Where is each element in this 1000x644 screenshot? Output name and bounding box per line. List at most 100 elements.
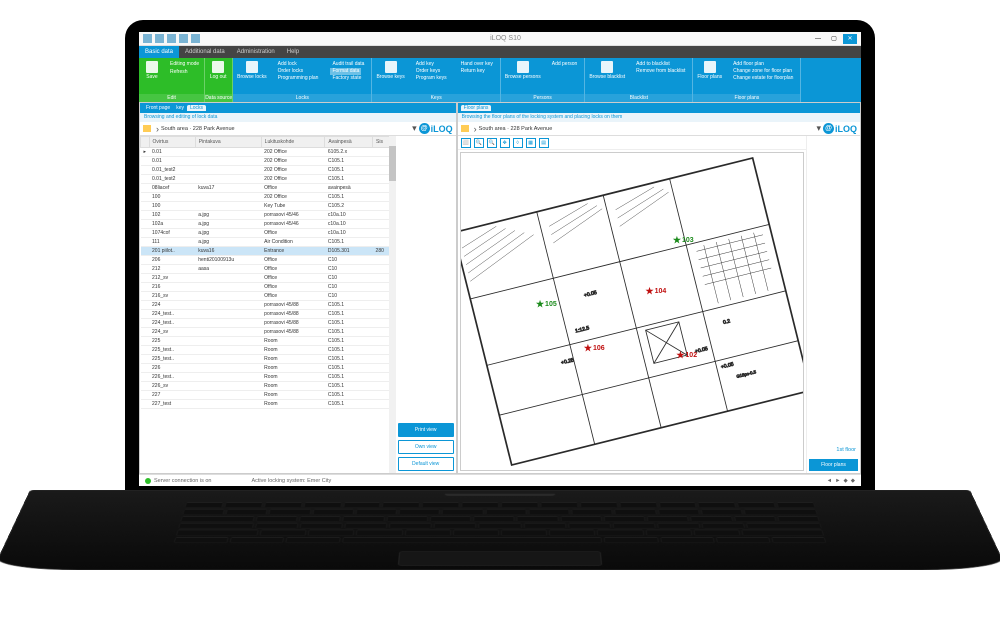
table-row[interactable]: 08liacefkuva17Officeavainpesä — [141, 184, 396, 193]
qa-icon[interactable] — [143, 34, 152, 43]
table-row[interactable]: ▸0.01202 Office6105.2.x — [141, 148, 396, 157]
qa-icon[interactable] — [191, 34, 200, 43]
table-row[interactable]: 224_svporrasovi 45/88C105.1 — [141, 328, 396, 337]
table-row[interactable]: 225_test..RoomC105.1 — [141, 346, 396, 355]
table-row[interactable]: 224_test..porrasovi 45/88C105.1 — [141, 319, 396, 328]
tool-icon[interactable]: ◊ — [513, 138, 523, 148]
crumb-item-active[interactable]: Floor plans — [461, 105, 492, 111]
floorplan-panel: Floor plans Browsing the floor plans of … — [457, 102, 861, 474]
table-row[interactable]: 226_test..RoomC105.1 — [141, 373, 396, 382]
floorplan-viewport[interactable]: +0.05 1:12.5 +0.25 +0.05 0.2 +0.05 G18pc… — [460, 152, 804, 471]
dropdown-icon[interactable]: ▾ — [816, 123, 821, 134]
table-row[interactable]: 224_test..porrasovi 45/88C105.1 — [141, 310, 396, 319]
locks-table[interactable]: OvirtusPintakuvaLukituskohdeAvainpesäSis… — [140, 136, 396, 409]
table-row[interactable]: 206henti20100913uOfficeC10 — [141, 256, 396, 265]
table-row[interactable]: 226RoomC105.1 — [141, 364, 396, 373]
browse-locks-button[interactable]: Browse locks — [233, 58, 270, 94]
maximize-button[interactable]: ▢ — [827, 34, 841, 44]
table-row[interactable]: 201 piilot..kuva16EntranceD105.301280 — [141, 247, 396, 256]
table-row[interactable]: 100202 OfficeC105.1 — [141, 193, 396, 202]
table-row[interactable]: 111a.jpgAir ConditionC105.1 — [141, 238, 396, 247]
chevron-right-icon[interactable]: › — [474, 124, 477, 134]
close-button[interactable]: ✕ — [843, 34, 857, 44]
table-row[interactable]: 102aa.jpgporrasovi 45/46c10a.10 — [141, 220, 396, 229]
table-row[interactable]: 227RoomC105.1 — [141, 391, 396, 400]
path-text[interactable]: South area · 228 Park Avenue — [161, 126, 410, 132]
edit-refresh-button[interactable]: Editing modeRefresh — [165, 58, 204, 94]
logout-button[interactable]: Log out — [205, 58, 231, 94]
path-text[interactable]: South area · 228 Park Avenue — [479, 126, 815, 132]
lock-marker[interactable]: ★103 — [673, 235, 694, 246]
floor-level-link[interactable]: 1st floor — [809, 445, 858, 455]
locks-actions-2[interactable]: Audit trail data Format data Factory sta… — [325, 58, 371, 94]
blacklist-actions[interactable]: Add to blacklist Remove from blacklist — [629, 58, 692, 94]
table-row[interactable]: 0.01_test2202 OfficeC105.1 — [141, 175, 396, 184]
table-row[interactable]: 227_testRoomC105.1 — [141, 400, 396, 409]
crumb-item-active[interactable]: Locks — [187, 105, 206, 111]
chevron-right-icon[interactable]: › — [156, 124, 159, 134]
minimize-button[interactable]: — — [811, 34, 825, 44]
table-row[interactable]: 216OfficeC10 — [141, 283, 396, 292]
group-label: Persons — [501, 94, 584, 102]
folder-icon — [143, 125, 151, 132]
locks-actions[interactable]: Add lock Order locks Programming plan — [271, 58, 326, 94]
zoom-fit-icon[interactable]: ⬜ — [461, 138, 471, 148]
keys-hand[interactable]: Hand over key Return key — [454, 58, 500, 94]
qa-icon[interactable] — [179, 34, 188, 43]
pan-icon[interactable]: ✥ — [500, 138, 510, 148]
tab-additional[interactable]: Additional data — [179, 46, 231, 58]
table-row[interactable]: 216_svOfficeC10 — [141, 292, 396, 301]
table-row[interactable]: 224porrasovi 45/88C105.1 — [141, 301, 396, 310]
table-row[interactable]: 0.01_test2202 OfficeC105.1 — [141, 166, 396, 175]
lock-marker[interactable]: ★104 — [646, 286, 667, 297]
dropdown-icon[interactable]: ▾ — [412, 123, 417, 134]
status-icon: ► — [835, 478, 840, 484]
keys-actions[interactable]: Add key Order keys Program keys — [409, 58, 454, 94]
crumb-item[interactable]: Front page — [143, 105, 173, 111]
table-row[interactable]: 225_test..RoomC105.1 — [141, 355, 396, 364]
zoom-in-icon[interactable]: 🔍 — [474, 138, 484, 148]
browse-persons-button[interactable]: Browse persons — [501, 58, 545, 94]
scrollbar-thumb[interactable] — [389, 146, 396, 181]
table-row[interactable]: 225RoomC105.1 — [141, 337, 396, 346]
lock-marker[interactable]: ★105 — [536, 299, 557, 310]
status-bar: Server connection is on Active locking s… — [139, 474, 861, 486]
own-view-button[interactable]: Own view — [398, 440, 454, 454]
floorplan-drawing: +0.05 1:12.5 +0.25 +0.05 0.2 +0.05 G18pc… — [461, 153, 803, 470]
table-row[interactable]: 100Key TubeC105.2 — [141, 202, 396, 211]
browse-floorplans-button[interactable]: Floor plans — [693, 58, 726, 94]
table-row[interactable]: 226_svRoomC105.1 — [141, 382, 396, 391]
floor-actions[interactable]: Add floor plan Change zone for floor pla… — [726, 58, 800, 94]
crumb-item[interactable]: key — [173, 105, 187, 111]
table-row[interactable]: 1074cofa.jpgOfficec10a.10 — [141, 229, 396, 238]
default-view-button[interactable]: Default view — [398, 457, 454, 471]
save-button[interactable]: Save — [139, 58, 165, 94]
tool-icon[interactable]: ▤ — [539, 138, 549, 148]
table-row[interactable]: 212_svOfficeC10 — [141, 274, 396, 283]
svg-text:0.2: 0.2 — [722, 318, 731, 326]
floor-plans-button[interactable]: Floor plans — [809, 459, 858, 471]
table-row[interactable]: 0.01202 OfficeC105.1 — [141, 157, 396, 166]
ribbon-group-blacklist: Browse blacklist Add to blacklist Remove… — [585, 58, 693, 102]
star-icon: ★ — [536, 299, 544, 310]
lock-marker[interactable]: ★106 — [584, 343, 605, 354]
print-view-button[interactable]: Print view — [398, 423, 454, 437]
lock-marker[interactable]: ★102 — [676, 350, 697, 361]
scrollbar[interactable] — [389, 136, 396, 473]
window-title: iLOQ S10 — [200, 35, 811, 42]
qa-icon[interactable] — [167, 34, 176, 43]
tool-icon[interactable]: ▦ — [526, 138, 536, 148]
table-row[interactable]: 212aasaOfficeC10 — [141, 265, 396, 274]
tab-admin[interactable]: Administration — [231, 46, 281, 58]
browse-blacklist-button[interactable]: Browse blacklist — [585, 58, 629, 94]
path-bar: › South area · 228 Park Avenue ▾ @iLOQ — [140, 122, 456, 136]
table-row[interactable]: 102a.jpgporrasovi 45/46c10a.10 — [141, 211, 396, 220]
zoom-out-icon[interactable]: 🔍 — [487, 138, 497, 148]
tab-help[interactable]: Help — [281, 46, 305, 58]
status-icon: ◆ — [844, 478, 848, 484]
browse-keys-button[interactable]: Browse keys — [372, 58, 408, 94]
add-person-button[interactable]: Add person — [545, 58, 585, 94]
qa-icon[interactable] — [155, 34, 164, 43]
status-connection: Server connection is on — [154, 478, 211, 484]
tab-basic[interactable]: Basic data — [139, 46, 179, 58]
